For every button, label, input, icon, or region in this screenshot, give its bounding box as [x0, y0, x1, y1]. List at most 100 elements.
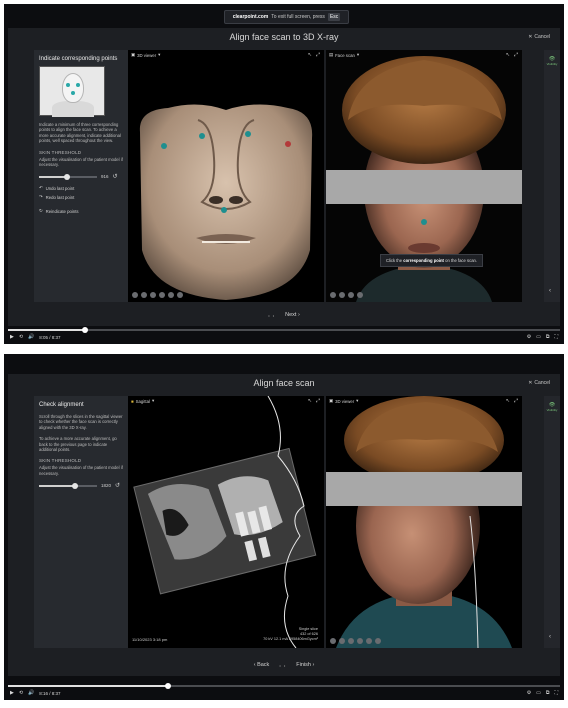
reset-icon[interactable]: ↺: [113, 173, 118, 180]
app-window: Align face scan to 3D X-ray ✕ Cancel Ind…: [8, 28, 560, 326]
pointer-icon[interactable]: ↖: [506, 398, 510, 404]
reset-icon[interactable]: ↺: [115, 482, 120, 489]
fullscreen-icon[interactable]: ⛶: [554, 334, 558, 340]
xray-slice: [128, 396, 324, 648]
expand-icon[interactable]: ⤢: [514, 398, 518, 404]
volume-icon[interactable]: 🔊: [28, 334, 34, 340]
video-progress-bar[interactable]: [8, 683, 560, 689]
app-window: Align face scan ✕ Cancel Check alignment…: [8, 374, 560, 676]
skin-threshold-slider[interactable]: [39, 482, 97, 489]
threshold-label: SKIN THRESHOLD: [39, 458, 82, 464]
screenshot-check-alignment: Align face scan ✕ Cancel Check alignment…: [4, 354, 564, 700]
step-dots: • •: [268, 312, 276, 318]
instruction-tooltip: Click the corresponding point on the fac…: [380, 254, 484, 267]
video-player-controls: ▶ ⟲ 🔊 8:05 / 8:37 ⚙ ▭ ⧉ ⛶: [4, 326, 564, 344]
viewer-label: 3D viewer: [137, 52, 157, 58]
visibility-button[interactable]: 👁 Visibility: [546, 402, 558, 414]
skip-back-icon[interactable]: ⟲: [19, 334, 23, 340]
sagittal-viewer[interactable]: ■ Sagittal ▾ ↖ ⤢ 11/10/2023 3:18 pm Sing…: [128, 396, 324, 648]
pointer-icon[interactable]: ↖: [308, 398, 312, 404]
threshold-value: 916: [101, 174, 109, 180]
face-scan-viewer[interactable]: ▤ Face scan ▾ ↖ ⤢ Click the correspondin…: [326, 50, 522, 302]
cancel-label: Cancel: [534, 380, 550, 386]
play-icon[interactable]: ▶: [10, 334, 14, 340]
reindicate-icon: ↻: [39, 208, 43, 214]
redaction-bar: [326, 472, 522, 506]
undo-button[interactable]: ↶ Undo last point: [39, 185, 123, 191]
face-overlay-render: [326, 396, 522, 648]
3d-viewer[interactable]: ▣ 3D viewer ▾ ↖ ⤢: [326, 396, 522, 648]
fullscreen-notice: clearpoint.com To exit full screen, pres…: [224, 10, 349, 24]
screenshot-align-points: clearpoint.com To exit full screen, pres…: [4, 4, 564, 344]
video-time: 8:05 / 8:37: [39, 334, 61, 340]
collapse-icon[interactable]: ‹: [549, 288, 551, 294]
close-icon: ✕: [528, 34, 533, 40]
video-progress-bar[interactable]: [8, 327, 560, 333]
panel-heading: Check alignment: [39, 402, 84, 408]
instructions-text-2: To achieve a more accurate alignment, go…: [39, 436, 117, 453]
scan-view-controls[interactable]: [330, 292, 363, 298]
3d-viewer[interactable]: ▣ 3D viewer ▾ ↖ ⤢: [128, 50, 324, 302]
pip-icon[interactable]: ⧉: [546, 690, 550, 696]
chevron-right-icon: ›: [312, 662, 315, 668]
collapse-icon[interactable]: ‹: [549, 634, 551, 640]
panel-heading: Indicate corresponding points: [39, 56, 118, 62]
instructions-text: Scroll through the slices in the sagitta…: [39, 414, 123, 430]
pointer-icon[interactable]: ↖: [308, 52, 312, 58]
instructions-text: Indicate a minimum of three correspondin…: [39, 122, 121, 144]
chevron-left-icon: ‹: [253, 662, 256, 668]
volume-icon[interactable]: 🔊: [28, 690, 34, 696]
expand-icon[interactable]: ⤢: [514, 52, 518, 58]
redo-button[interactable]: ↷ Redo last point: [39, 194, 123, 200]
threshold-description: Adjust the visualisation of the patient …: [39, 465, 123, 476]
visibility-button[interactable]: 👁 Visibility: [546, 56, 558, 68]
next-button[interactable]: Next ›: [285, 312, 300, 318]
chevron-down-icon: ▾: [356, 398, 359, 403]
pointer-icon[interactable]: ↖: [506, 52, 510, 58]
expand-icon[interactable]: ⤢: [316, 398, 320, 404]
face-model-render: [139, 104, 313, 300]
viewer-selector[interactable]: ■ Sagittal ▾: [131, 398, 154, 404]
video-player-controls: ▶ ⟲ 🔊 8:16 / 8:37 ⚙ ▭ ⧉ ⛶: [4, 682, 564, 700]
captions-icon[interactable]: ▭: [536, 690, 541, 696]
pip-icon[interactable]: ⧉: [546, 334, 550, 340]
view-orientation-controls[interactable]: [330, 638, 381, 644]
skin-threshold-slider[interactable]: [39, 173, 97, 180]
view-orientation-controls[interactable]: [132, 292, 183, 298]
play-icon[interactable]: ▶: [10, 690, 14, 696]
wizard-nav: ‹ Back • • Finish ›: [8, 662, 560, 668]
captions-icon[interactable]: ▭: [536, 334, 541, 340]
finish-button[interactable]: Finish ›: [296, 662, 314, 668]
wizard-nav: • • Next ›: [8, 312, 560, 318]
skip-back-icon[interactable]: ⟲: [19, 690, 23, 696]
settings-icon[interactable]: ⚙: [527, 334, 531, 340]
chevron-down-icon: ▾: [356, 52, 360, 57]
viewer-selector[interactable]: ▣ 3D viewer ▾: [131, 52, 160, 58]
video-time: 8:16 / 8:37: [39, 690, 61, 696]
undo-icon: ↶: [39, 185, 43, 191]
visibility-label: Visibility: [546, 62, 558, 66]
viewer-selector[interactable]: ▤ Face scan ▾: [329, 52, 359, 58]
settings-icon[interactable]: ⚙: [527, 690, 531, 696]
right-toolbar: 👁 Visibility ‹: [544, 50, 560, 302]
chevron-down-icon: ▾: [151, 398, 155, 403]
scan-icon: ▤: [329, 52, 334, 57]
undo-label: Undo last point: [45, 185, 75, 191]
redaction-bar: [326, 170, 522, 204]
cancel-button[interactable]: ✕ Cancel: [528, 380, 550, 386]
slice-icon: ■: [131, 398, 134, 404]
expand-icon[interactable]: ⤢: [316, 52, 320, 58]
back-button[interactable]: ‹ Back: [254, 662, 270, 668]
threshold-label: SKIN THRESHOLD: [39, 149, 82, 155]
viewer-selector[interactable]: ▣ 3D viewer ▾: [329, 398, 358, 404]
page-title: Align face scan: [253, 378, 315, 388]
cancel-label: Cancel: [534, 34, 550, 40]
redo-icon: ↷: [39, 194, 43, 200]
cancel-button[interactable]: ✕ Cancel: [528, 34, 550, 40]
reindicate-button[interactable]: ↻ Reindicate points: [39, 208, 123, 214]
acquisition-params: 70 kV 12.1 mA 2958406mGycm²: [263, 637, 318, 641]
reference-head-thumbnail: [39, 66, 105, 117]
viewer-label: 3D viewer: [335, 398, 355, 404]
fullscreen-icon[interactable]: ⛶: [554, 690, 558, 696]
redo-label: Redo last point: [45, 194, 75, 200]
